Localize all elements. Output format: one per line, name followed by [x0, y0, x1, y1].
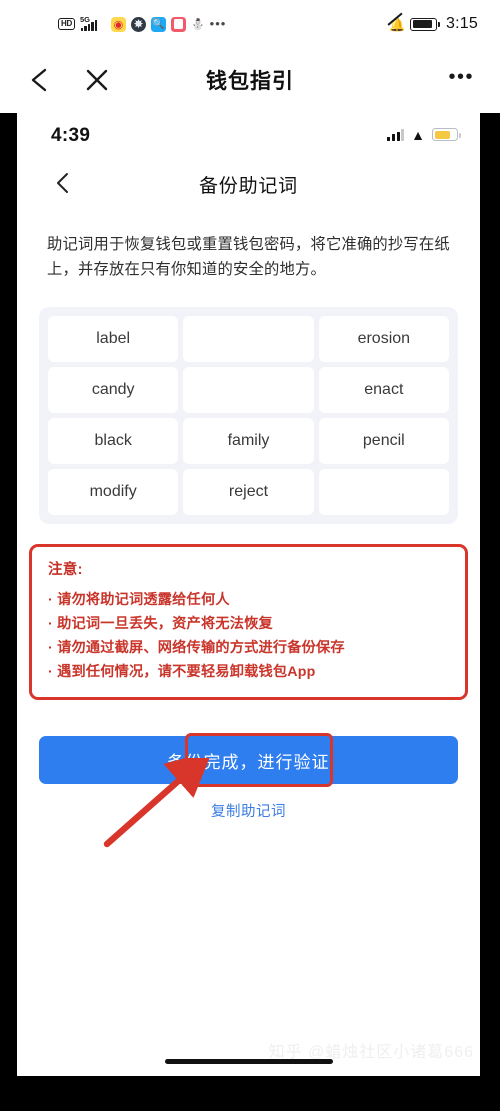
warning-item: · 遇到任何情况，请不要轻易卸载钱包App	[48, 664, 316, 680]
outer-app-chrome: HD 5G ◉ ✸ 🔍 ⛄ ••• 🔔 3:15 钱包指引 •••	[0, 0, 500, 113]
more-apps-icon: •••	[209, 16, 227, 31]
inner-clock: 4:39	[51, 125, 91, 146]
mnemonic-description: 助记词用于恢复钱包或重置钱包密码，将它准确的抄写在纸上，并存放在只有你知道的安全…	[47, 236, 450, 278]
cta-section: 备份完成，进行验证 复制助记词	[17, 733, 480, 848]
gray-app-icon: ⛄	[190, 18, 205, 31]
signal-5g-icon: 5G	[80, 15, 106, 32]
outer-status-bar: HD 5G ◉ ✸ 🔍 ⛄ ••• 🔔 3:15	[0, 0, 500, 48]
battery-icon	[410, 17, 441, 31]
page-title: 钱包指引	[206, 70, 294, 93]
mnemonic-cell[interactable]: modify	[48, 469, 179, 515]
cellular-signal-icon	[387, 128, 405, 141]
inner-status-icons: ▲	[387, 126, 461, 143]
warning-item: · 请勿将助记词透露给任何人	[48, 592, 230, 608]
globe-app-icon: ✸	[130, 16, 146, 32]
phone-screenshot-shell: HD 5G ◉ ✸ 🔍 ⛄ ••• 🔔 3:15 钱包指引 ••• 4:39 ▲…	[0, 0, 500, 1111]
copy-mnemonic-link[interactable]: 复制助记词	[17, 800, 480, 821]
mnemonic-cell[interactable]: family	[183, 418, 314, 464]
warning-item: · 请勿通过截屏、网络传输的方式进行备份保存	[48, 640, 345, 656]
mnemonic-cell[interactable]	[318, 469, 449, 515]
mnemonic-cell[interactable]: reject	[183, 469, 314, 515]
mnemonic-cell[interactable]	[183, 367, 314, 413]
mnemonic-cell[interactable]: erosion	[318, 316, 449, 362]
more-dots-icon[interactable]: •••	[448, 67, 474, 87]
mnemonic-word-grid: label erosion candy enact black family p…	[39, 307, 458, 524]
home-indicator	[164, 1059, 333, 1064]
warning-item: · 助记词一旦丢失，资产将无法恢复	[48, 616, 273, 632]
mnemonic-cell[interactable]: label	[48, 316, 179, 362]
outer-status-right: 🔔 3:15	[389, 15, 478, 33]
battery-icon	[432, 128, 461, 141]
inner-status-bar: 4:39 ▲	[17, 113, 480, 160]
inner-page-title: 备份助记词	[198, 176, 298, 197]
outer-status-icons: HD 5G ◉ ✸ 🔍 ⛄ •••	[58, 15, 227, 32]
outer-nav-bar: 钱包指引 •••	[0, 48, 500, 113]
inner-wallet-screenshot: 4:39 ▲ 备份助记词 助记词用于恢复钱包或重置钱包密码，将它准确的抄写在纸上…	[17, 113, 480, 1076]
pink-app-icon	[170, 16, 186, 32]
mnemonic-cell[interactable]: black	[48, 418, 179, 464]
verify-backup-button[interactable]: 备份完成，进行验证	[39, 736, 458, 784]
hd-badge-icon: HD	[58, 18, 75, 30]
search-app-icon: 🔍	[150, 16, 166, 32]
outer-clock: 3:15	[446, 15, 478, 32]
mnemonic-cell[interactable]: candy	[48, 367, 179, 413]
mnemonic-cell[interactable]	[183, 316, 314, 362]
warning-box: 注意: · 请勿将助记词透露给任何人 · 助记词一旦丢失，资产将无法恢复 · 请…	[29, 544, 468, 700]
bell-mute-icon: 🔔	[389, 16, 406, 32]
mnemonic-cell[interactable]: enact	[318, 367, 449, 413]
warning-title: 注意:	[48, 562, 83, 578]
weibo-app-icon: ◉	[110, 16, 126, 32]
inner-nav-bar: 备份助记词	[17, 160, 480, 210]
wifi-icon: ▲	[411, 126, 425, 143]
mnemonic-cell[interactable]: pencil	[318, 418, 449, 464]
